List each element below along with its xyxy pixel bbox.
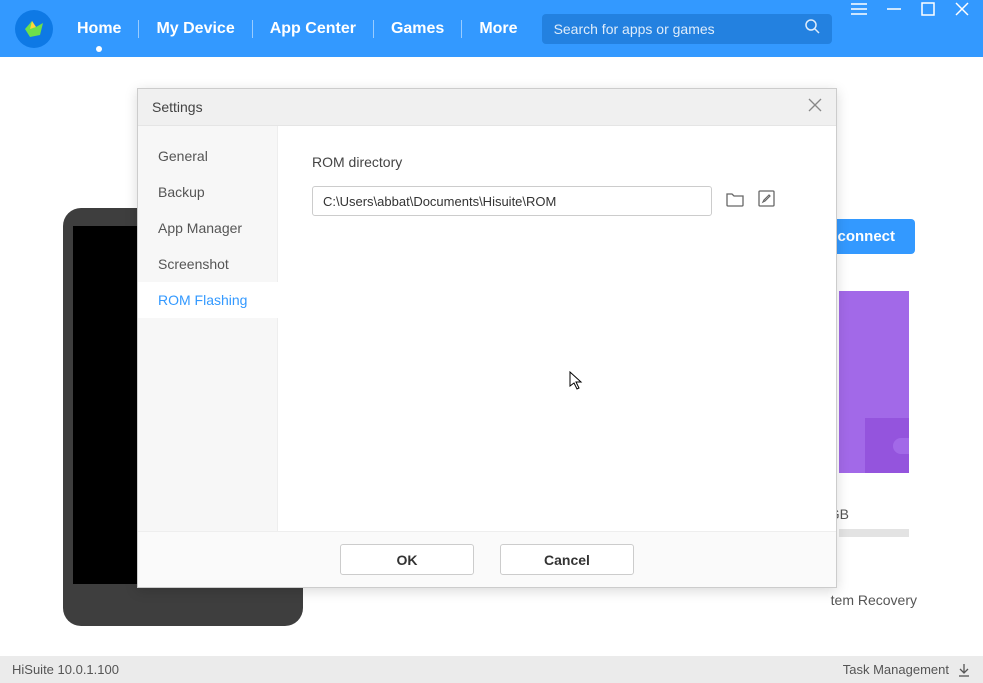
settings-content: ROM directory — [278, 126, 836, 531]
settings-sidebar: General Backup App Manager Screenshot RO… — [138, 126, 278, 531]
dialog-close-button[interactable] — [808, 98, 822, 117]
status-bar: HiSuite 10.0.1.100 Task Management — [0, 656, 983, 683]
sidebar-item-screenshot[interactable]: Screenshot — [138, 246, 277, 282]
browse-folder-button[interactable] — [726, 191, 744, 212]
task-management-label: Task Management — [843, 662, 949, 677]
dialog-footer: OK Cancel — [138, 531, 836, 587]
system-recovery-link[interactable]: tem Recovery — [831, 592, 917, 608]
sidebar-item-general[interactable]: General — [138, 138, 277, 174]
search-icon[interactable] — [804, 18, 820, 39]
dialog-body: General Backup App Manager Screenshot RO… — [138, 126, 836, 531]
search-box[interactable] — [542, 14, 832, 44]
rom-directory-input[interactable] — [312, 186, 712, 216]
bird-icon — [22, 17, 46, 41]
app-logo — [15, 10, 53, 48]
maximize-icon[interactable] — [921, 2, 935, 21]
window-controls — [851, 2, 969, 21]
close-icon[interactable] — [955, 2, 969, 21]
version-label: HiSuite 10.0.1.100 — [12, 662, 119, 677]
task-management-link[interactable]: Task Management — [843, 662, 971, 677]
cancel-button[interactable]: Cancel — [500, 544, 634, 575]
download-icon — [957, 663, 971, 677]
nav-games[interactable]: Games — [387, 20, 448, 38]
ok-button[interactable]: OK — [340, 544, 474, 575]
folder-icon — [726, 191, 744, 207]
nav-more[interactable]: More — [475, 20, 521, 38]
puzzle-icon — [865, 418, 909, 473]
edit-icon — [758, 190, 775, 207]
menu-icon[interactable] — [851, 2, 867, 21]
minimize-icon[interactable] — [887, 2, 901, 21]
nav-home[interactable]: Home — [73, 20, 125, 38]
edit-path-button[interactable] — [758, 190, 775, 212]
sidebar-item-app-manager[interactable]: App Manager — [138, 210, 277, 246]
sidebar-item-backup[interactable]: Backup — [138, 174, 277, 210]
dialog-titlebar: Settings — [138, 89, 836, 126]
sidebar-item-rom-flashing[interactable]: ROM Flashing — [138, 282, 278, 318]
main-nav: Home My Device App Center Games More — [73, 20, 522, 38]
search-input[interactable] — [554, 21, 804, 37]
nav-my-device[interactable]: My Device — [152, 20, 238, 38]
settings-dialog: Settings General Backup App Manager Scre… — [137, 88, 837, 588]
nav-app-center[interactable]: App Center — [266, 20, 360, 38]
app-header: Home My Device App Center Games More — [0, 0, 983, 57]
dialog-title: Settings — [152, 99, 203, 115]
storage-bar — [839, 529, 909, 537]
rom-directory-label: ROM directory — [312, 154, 802, 170]
